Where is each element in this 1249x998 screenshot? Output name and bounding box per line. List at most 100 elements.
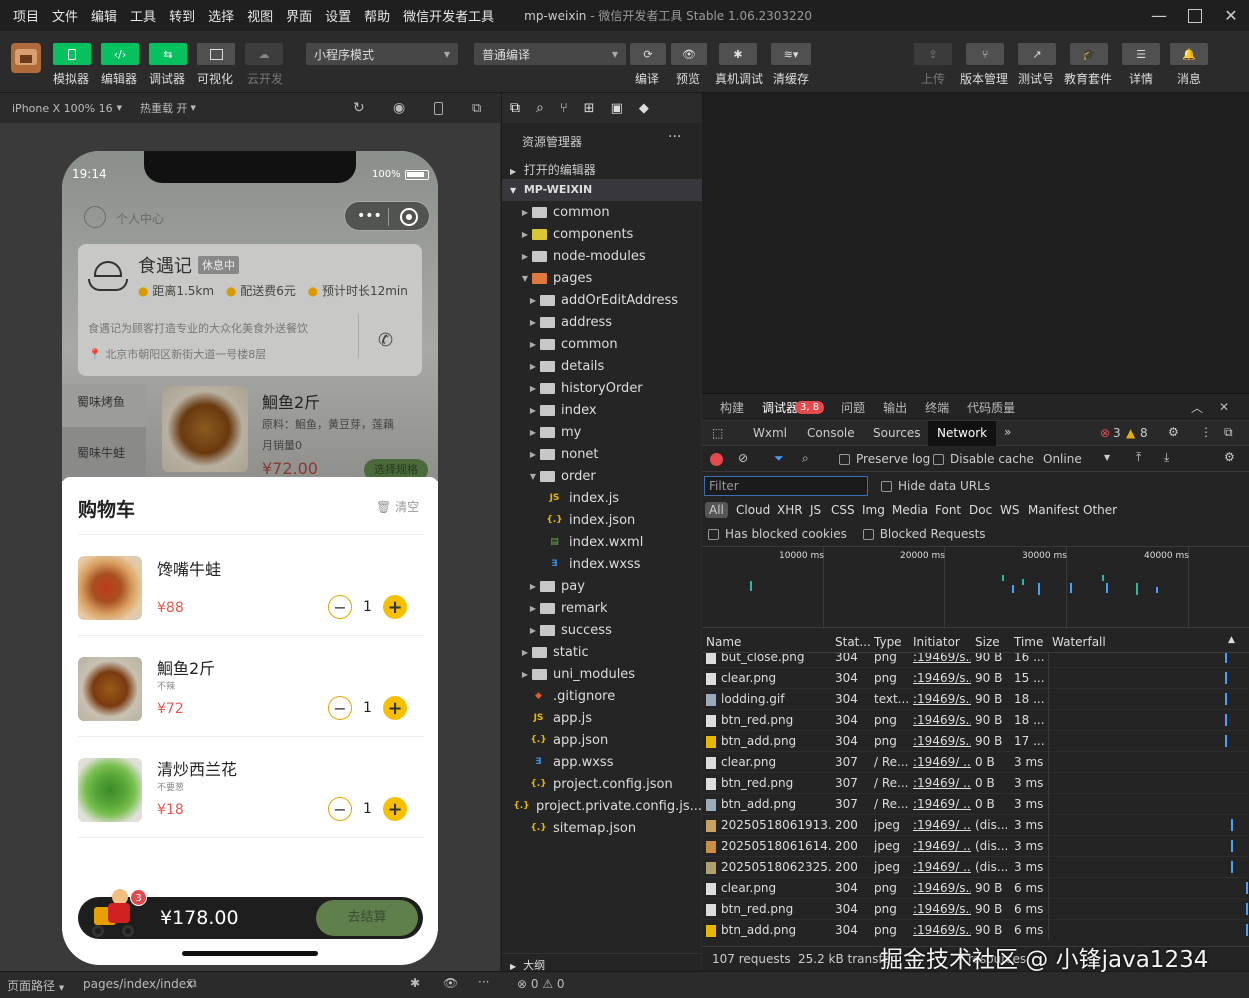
- close-miniapp-icon[interactable]: [400, 208, 418, 226]
- tab-wxml[interactable]: Wxml: [753, 426, 787, 440]
- cell-init[interactable]: :19469/ ...: [913, 860, 971, 874]
- table-row[interactable]: but_close.png 304 png:19469/s... 90 B 16 ...: [702, 653, 1248, 668]
- throttling-select[interactable]: Online: [1043, 452, 1082, 466]
- visualization-button[interactable]: [197, 43, 235, 65]
- type-js[interactable]: JS: [810, 503, 821, 517]
- inspect-icon[interactable]: ⬚: [712, 426, 723, 440]
- tree-file[interactable]: ∃ app.wxss: [502, 751, 702, 773]
- tree-folder[interactable]: ▶ components: [502, 223, 702, 245]
- compile-button[interactable]: ⟳: [630, 43, 666, 65]
- tree-file[interactable]: {.} sitemap.json: [502, 817, 702, 839]
- tree-folder[interactable]: ▶ common: [502, 333, 702, 355]
- category-item[interactable]: 蜀味牛蛙: [77, 444, 125, 461]
- tree-file[interactable]: JS index.js: [502, 487, 702, 509]
- details-button[interactable]: ☰: [1122, 43, 1160, 65]
- phone-icon[interactable]: [434, 101, 443, 115]
- menu-settings[interactable]: 设置: [320, 6, 359, 25]
- tab-problems[interactable]: 问题: [832, 399, 874, 416]
- tab-console[interactable]: Console: [807, 426, 855, 440]
- table-row[interactable]: clear.png 304 png:19469/s... 90 B 6 ms: [702, 878, 1248, 899]
- tree-folder[interactable]: ▶ details: [502, 355, 702, 377]
- popout-icon[interactable]: ⧉: [472, 101, 481, 116]
- checkout-button[interactable]: 去结算: [316, 900, 418, 936]
- type-all[interactable]: All: [705, 502, 728, 518]
- tree-folder[interactable]: ▶ remark: [502, 597, 702, 619]
- cell-init[interactable]: :19469/ ...: [913, 818, 971, 832]
- has-blocked-cookies-checkbox[interactable]: Has blocked cookies: [708, 527, 847, 541]
- table-row[interactable]: 20250518061913... 200 jpeg:19469/ ... (dis.…: [702, 815, 1248, 836]
- record-icon[interactable]: [710, 453, 723, 466]
- source-control-icon[interactable]: ⑂: [560, 101, 568, 116]
- tab-output[interactable]: 输出: [874, 399, 916, 416]
- tree-folder[interactable]: ▶ common: [502, 201, 702, 223]
- tree-file[interactable]: ∃ index.wxss: [502, 553, 702, 575]
- clear-cache-button[interactable]: ≋▾: [771, 43, 811, 65]
- import-icon[interactable]: ⤒: [1136, 450, 1141, 465]
- table-row[interactable]: btn_red.png 304 png:19469/s... 90 B 6 ms: [702, 899, 1248, 920]
- type-img[interactable]: Img: [862, 503, 885, 517]
- tree-file[interactable]: {.} app.json: [502, 729, 702, 751]
- search-icon[interactable]: ⌕: [802, 451, 809, 466]
- blocked-requests-checkbox[interactable]: Blocked Requests: [862, 527, 986, 541]
- tree-file[interactable]: ◆ .gitignore: [502, 685, 702, 707]
- education-button[interactable]: 🎓: [1070, 43, 1108, 65]
- tree-file[interactable]: {.} project.config.json: [502, 773, 702, 795]
- cell-init[interactable]: :19469/s...: [913, 902, 971, 916]
- type-ws[interactable]: WS: [1000, 503, 1019, 517]
- search-icon[interactable]: ⌕: [536, 100, 544, 116]
- version-button[interactable]: ⑂: [966, 43, 1004, 65]
- type-xhr[interactable]: XHR: [777, 503, 803, 517]
- cell-init[interactable]: :19469/s...: [913, 923, 971, 937]
- tree-folder[interactable]: ▶ node-modules: [502, 245, 702, 267]
- table-row[interactable]: btn_add.png 307 / Re...:19469/ ... 0 B 3 ms: [702, 794, 1248, 815]
- menu-goto[interactable]: 转到: [164, 6, 203, 25]
- clear-icon[interactable]: ⊘: [738, 451, 748, 465]
- phone-call-icon[interactable]: ✆: [378, 330, 393, 351]
- upload-button[interactable]: ⇪: [914, 43, 952, 65]
- table-row[interactable]: btn_red.png 307 / Re...:19469/ ... 0 B 3 ms: [702, 773, 1248, 794]
- table-row[interactable]: lodding.gif 304 text...:19469/s... 90 B 18 .…: [702, 689, 1248, 710]
- type-css[interactable]: CSS: [831, 503, 855, 517]
- tree-folder[interactable]: ▶ uni_modules: [502, 663, 702, 685]
- rotate-icon[interactable]: ↻: [353, 100, 365, 116]
- menu-file[interactable]: 文件: [47, 6, 86, 25]
- preview-button[interactable]: 👁: [671, 43, 707, 65]
- tree-folder[interactable]: ▶ index: [502, 399, 702, 421]
- col-type[interactable]: Type: [874, 635, 902, 649]
- table-row[interactable]: btn_add.png 304 png:19469/s... 90 B 17 ...: [702, 731, 1248, 752]
- close-icon[interactable]: ✕: [1213, 0, 1249, 31]
- tab-build[interactable]: 构建: [711, 399, 753, 416]
- decrease-button[interactable]: −: [328, 797, 352, 821]
- user-center-link[interactable]: 个人中心: [116, 210, 164, 227]
- editor-button[interactable]: ‹/›: [101, 43, 139, 65]
- error-count[interactable]: 3: [1113, 426, 1121, 440]
- table-row[interactable]: btn_add.png 304 png:19469/s... 90 B 6 ms: [702, 920, 1248, 940]
- type-other[interactable]: Other: [1083, 503, 1117, 517]
- cell-init[interactable]: :19469/ ...: [913, 776, 971, 790]
- table-row[interactable]: clear.png 307 / Re...:19469/ ... 0 B 3 ms: [702, 752, 1248, 773]
- messages-button[interactable]: 🔔: [1170, 43, 1208, 65]
- cell-init[interactable]: :19469/ ...: [913, 839, 971, 853]
- tree-folder[interactable]: ▶ success: [502, 619, 702, 641]
- settings-icon[interactable]: ⚙: [1168, 425, 1179, 439]
- col-initiator[interactable]: Initiator: [913, 635, 960, 649]
- user-icon[interactable]: [84, 206, 106, 228]
- more-icon[interactable]: ···: [478, 975, 489, 989]
- menu-wechat-devtools[interactable]: 微信开发者工具: [398, 6, 502, 25]
- menu-select[interactable]: 选择: [203, 6, 242, 25]
- compile-select[interactable]: 普通编译 ▼: [474, 43, 626, 65]
- type-font[interactable]: Font: [935, 503, 961, 517]
- col-status[interactable]: Stat...: [835, 635, 871, 649]
- type-media[interactable]: Media: [892, 503, 928, 517]
- export-icon[interactable]: ⤓: [1164, 450, 1169, 465]
- maximize-icon[interactable]: [1177, 0, 1213, 31]
- tree-folder[interactable]: ▶ static: [502, 641, 702, 663]
- hide-data-urls-checkbox[interactable]: Hide data URLs: [881, 479, 990, 493]
- simulator-button[interactable]: [53, 43, 91, 65]
- type-cloud[interactable]: Cloud: [736, 503, 770, 517]
- chevron-up-icon[interactable]: ︿: [1182, 399, 1212, 416]
- decrease-button[interactable]: −: [328, 595, 352, 619]
- hot-reload-toggle[interactable]: 热重载 开: [140, 100, 188, 116]
- menu-edit[interactable]: 编辑: [86, 6, 125, 25]
- preserve-log-checkbox[interactable]: Preserve log: [839, 452, 930, 466]
